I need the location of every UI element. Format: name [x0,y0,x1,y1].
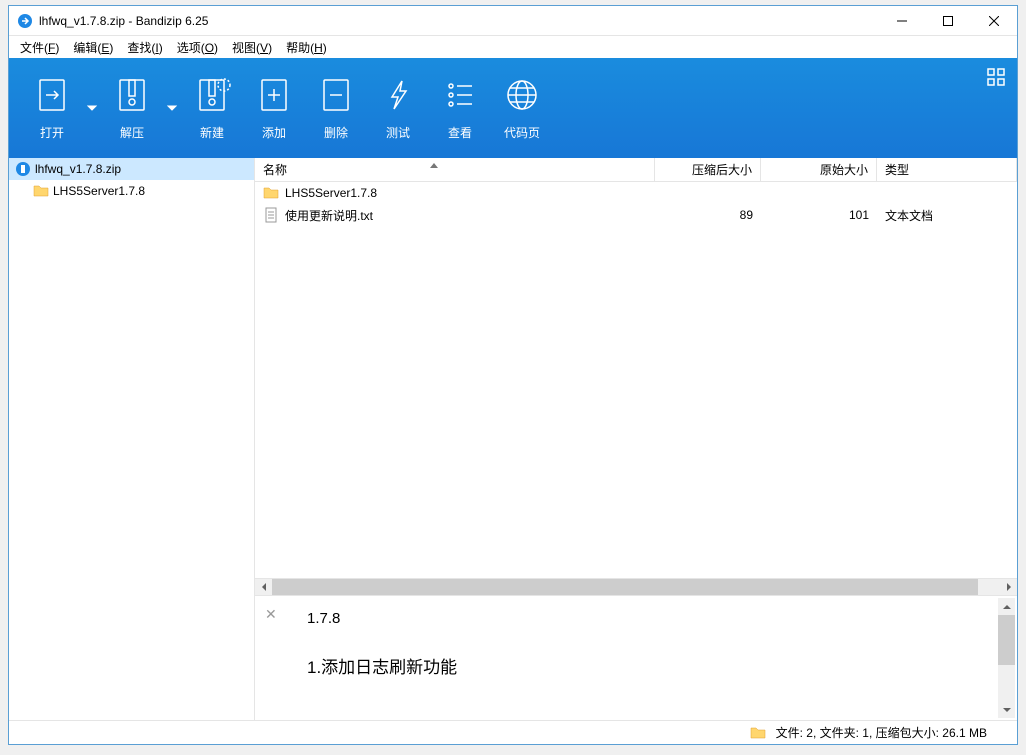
menu-find[interactable]: 查找(I) [120,37,169,58]
preview-close-icon[interactable]: ✕ [265,606,277,623]
tree-root-label: lhfwq_v1.7.8.zip [35,162,121,176]
delete-button[interactable]: 删除 [305,66,367,151]
new-button[interactable]: 新建 [181,66,243,151]
view-button[interactable]: 查看 [429,66,491,151]
sort-indicator-icon [430,158,438,171]
file-list[interactable]: LHS5Server1.7.8 使用更新说明.txt 89 101 文本文档 [255,182,1017,578]
menu-file[interactable]: 文件(F) [13,37,66,58]
open-icon [33,76,71,114]
add-icon [255,76,293,114]
folder-icon [263,185,279,201]
window-controls [879,6,1017,36]
file-type: 文本文档 [877,207,1017,224]
column-original[interactable]: 原始大小 [761,158,877,181]
tree-panel[interactable]: lhfwq_v1.7.8.zip LHS5Server1.7.8 [9,158,255,720]
codepage-icon [503,76,541,114]
open-button[interactable]: 打开 [21,66,83,151]
extract-button[interactable]: 解压 [101,66,163,151]
open-dropdown[interactable] [83,58,101,158]
new-icon [193,76,231,114]
maximize-button[interactable] [925,6,971,36]
toolbar: 打开 解压 新建 添加 删除 测试 查看 代码页 [9,58,1017,158]
text-file-icon [263,207,279,223]
menu-help[interactable]: 帮助(H) [279,37,334,58]
scroll-down-icon[interactable] [998,701,1015,718]
file-original: 101 [761,208,877,222]
minimize-button[interactable] [879,6,925,36]
list-header: 名称 压缩后大小 原始大小 类型 [255,158,1017,182]
tree-root-item[interactable]: lhfwq_v1.7.8.zip [9,158,254,180]
titlebar[interactable]: lhfwq_v1.7.8.zip - Bandizip 6.25 [9,6,1017,36]
column-compressed[interactable]: 压缩后大小 [655,158,761,181]
scroll-left-icon[interactable] [255,579,272,596]
app-window: lhfwq_v1.7.8.zip - Bandizip 6.25 文件(F) 编… [8,5,1018,745]
menu-grid-icon[interactable] [987,68,1005,91]
column-name[interactable]: 名称 [255,158,655,181]
menu-view[interactable]: 视图(V) [225,37,279,58]
delete-label: 删除 [324,124,348,141]
codepage-button[interactable]: 代码页 [491,66,553,151]
scroll-right-icon[interactable] [1000,579,1017,596]
scroll-track[interactable] [272,579,1000,596]
extract-dropdown[interactable] [163,58,181,158]
scroll-up-icon[interactable] [998,598,1015,615]
scroll-thumb[interactable] [272,579,978,596]
list-item[interactable]: LHS5Server1.7.8 [255,182,1017,204]
tree-child-label: LHS5Server1.7.8 [53,184,145,198]
add-label: 添加 [262,124,286,141]
new-label: 新建 [200,124,224,141]
open-label: 打开 [40,124,64,141]
extract-label: 解压 [120,124,144,141]
right-panel: 名称 压缩后大小 原始大小 类型 LHS5Server1.7.8 [255,158,1017,720]
zip-icon [15,161,31,177]
codepage-label: 代码页 [504,124,540,141]
preview-scrollbar[interactable] [998,598,1015,718]
extract-icon [113,76,151,114]
delete-icon [317,76,355,114]
add-button[interactable]: 添加 [243,66,305,151]
column-type[interactable]: 类型 [877,158,1017,181]
horizontal-scrollbar[interactable] [255,578,1017,595]
status-text: 文件: 2, 文件夹: 1, 压缩包大小: 26.1 MB [776,724,987,741]
menubar: 文件(F) 编辑(E) 查找(I) 选项(O) 视图(V) 帮助(H) [9,36,1017,58]
preview-version: 1.7.8 [295,610,997,627]
content-area: lhfwq_v1.7.8.zip LHS5Server1.7.8 名称 压缩后大… [9,158,1017,720]
view-icon [441,76,479,114]
file-name: 使用更新说明.txt [285,207,373,224]
menu-options[interactable]: 选项(O) [170,37,225,58]
scroll-thumb[interactable] [998,615,1015,665]
folder-icon [750,725,766,741]
test-icon [379,76,417,114]
file-name: LHS5Server1.7.8 [285,186,377,200]
folder-icon [33,183,49,199]
menu-edit[interactable]: 编辑(E) [66,37,120,58]
list-item[interactable]: 使用更新说明.txt 89 101 文本文档 [255,204,1017,226]
app-icon [17,13,33,29]
close-button[interactable] [971,6,1017,36]
view-label: 查看 [448,124,472,141]
window-title: lhfwq_v1.7.8.zip - Bandizip 6.25 [39,14,879,28]
preview-content: 1.添加日志刷新功能 [295,653,997,678]
tree-child-item[interactable]: LHS5Server1.7.8 [9,180,254,202]
file-compressed: 89 [655,208,761,222]
preview-panel: ✕ 1.7.8 1.添加日志刷新功能 [255,595,1017,720]
test-label: 测试 [386,124,410,141]
test-button[interactable]: 测试 [367,66,429,151]
statusbar: 文件: 2, 文件夹: 1, 压缩包大小: 26.1 MB [9,720,1017,744]
